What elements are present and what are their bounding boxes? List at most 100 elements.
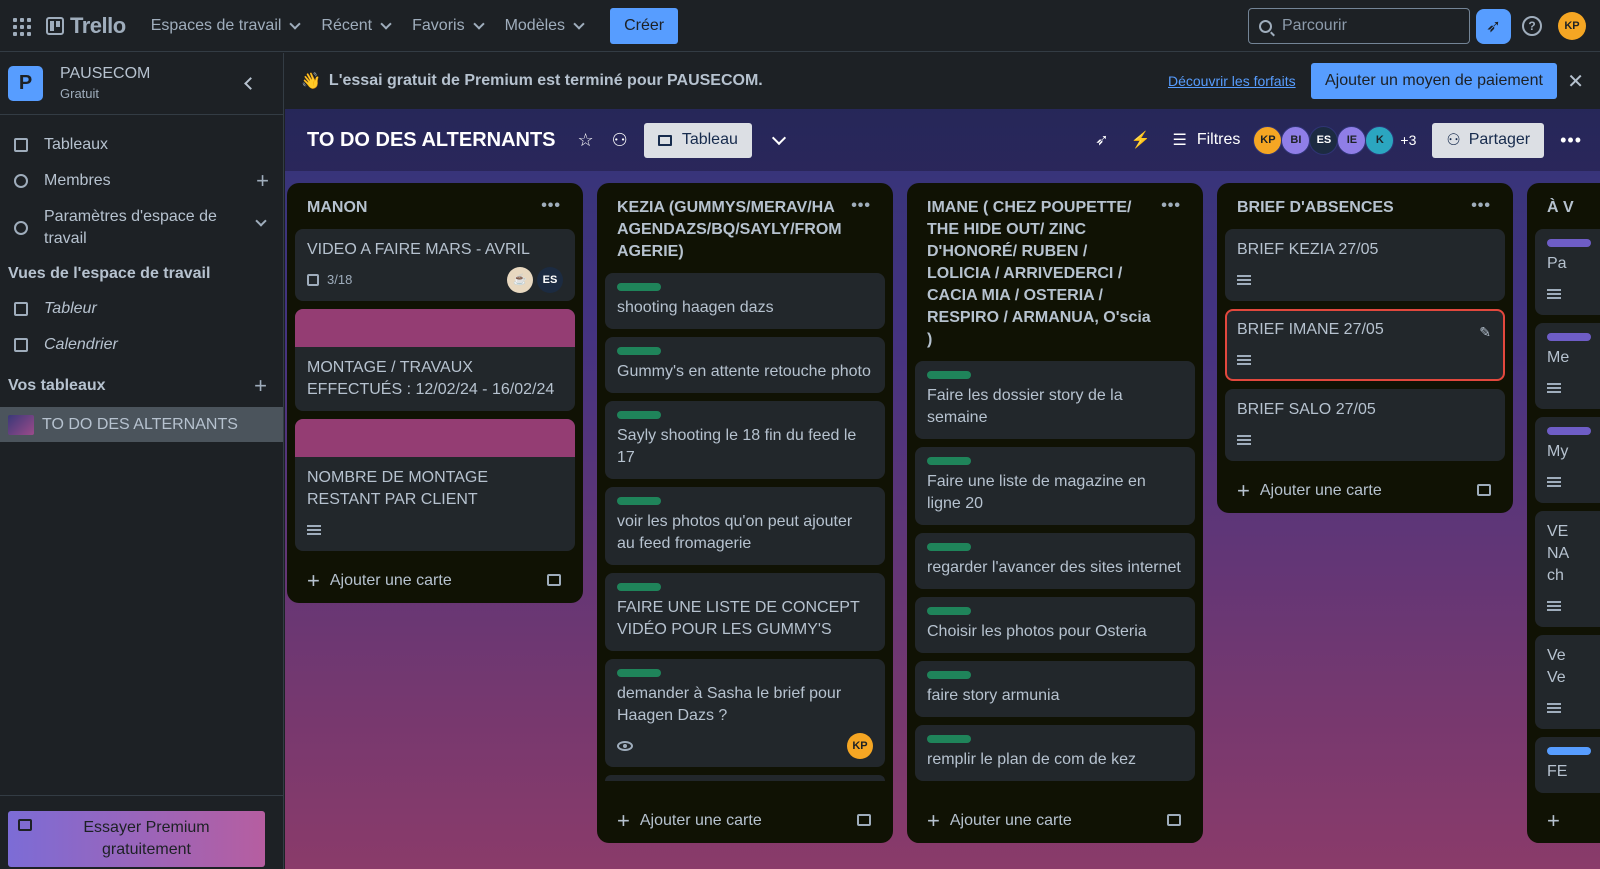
add-card-button[interactable]: + Ajouter une carte [915,799,1195,843]
extra-members-count[interactable]: +3 [1400,132,1416,148]
search-input[interactable]: Parcourir [1248,8,1470,44]
add-card-button[interactable]: + [1535,799,1600,843]
card[interactable]: shooting haagen dazs [605,273,885,329]
filters-button[interactable]: ☰ Filtres [1173,130,1241,150]
board-icon [14,138,28,152]
list-title[interactable]: BRIEF D'ABSENCES ••• [1225,183,1505,229]
list-title[interactable]: KEZIA (GUMMYS/MERAV/HAAGENDAZS/BQ/SAYLY/… [605,183,885,273]
card[interactable]: MONTAGE / TRAVAUX EFFECTUÉS : 12/02/24 -… [295,309,575,411]
sidebar-board-label: TO DO DES ALTERNANTS [42,415,238,433]
card[interactable]: Gummy's en attente retouche photo [605,337,885,393]
nav-starred[interactable]: Favoris [401,8,493,44]
sidebar-item-label: Membres [44,172,111,189]
view-tableau-button[interactable]: Tableau [643,122,752,158]
member-avatar[interactable]: KP [1253,125,1283,155]
card[interactable]: VE NA ch [1535,511,1600,627]
workspace-logo[interactable]: P [8,66,43,101]
template-icon[interactable] [1477,484,1491,496]
card[interactable]: faire story armunia [915,661,1195,717]
sidebar-item-members[interactable]: Membres + [0,163,283,199]
list-menu-icon[interactable]: ••• [1161,195,1181,217]
card[interactable]: Faire les dossier story de la semaine [915,361,1195,439]
try-premium-button[interactable]: Essayer Premium gratuitement [8,811,265,867]
card[interactable]: NOMBRE DE MONTAGE RESTANT PAR CLIENT [295,419,575,551]
card[interactable]: regarder l'avancer des sites internet [915,533,1195,589]
chevron-down-icon[interactable] [771,130,786,145]
automation-icon[interactable]: ⚡ [1131,130,1151,150]
add-card-button[interactable]: + Ajouter une carte [1225,469,1505,513]
collapse-sidebar-icon[interactable] [244,77,257,90]
board-title[interactable]: TO DO DES ALTERNANTS [307,129,556,152]
card[interactable]: FE [1535,737,1600,793]
template-icon[interactable] [547,574,561,586]
more-icon[interactable]: ••• [1560,130,1582,151]
workspace-plan: Gratuit [60,85,100,101]
list-menu-icon[interactable]: ••• [541,195,561,217]
template-icon[interactable] [857,814,871,826]
member-avatar[interactable]: K [1365,125,1395,155]
template-icon[interactable] [1167,814,1181,826]
app-switcher-icon[interactable] [10,15,32,37]
card[interactable]: remplir le plan de com de kez [915,725,1195,781]
card-label-green [617,283,661,291]
add-board-icon[interactable]: + [254,373,267,399]
card-badges [1547,697,1600,719]
nav-workspaces[interactable]: Espaces de travail [140,8,311,44]
add-payment-button[interactable]: Ajouter un moyen de paiement [1311,63,1557,99]
sidebar-view-table[interactable]: Tableur [0,291,283,327]
nav-recent[interactable]: Récent [310,8,401,44]
nav-templates[interactable]: Modèles [494,8,594,44]
member-avatar[interactable]: IE [1337,125,1367,155]
help-icon[interactable]: ? [1522,16,1542,36]
list-title[interactable]: MANON ••• [295,183,575,229]
user-avatar[interactable]: KP [1558,12,1586,40]
add-member-icon[interactable]: + [256,168,269,194]
card[interactable]: Me [1535,323,1600,409]
edit-icon[interactable]: ✎ [1479,321,1491,343]
add-card-button[interactable]: + Ajouter une carte [295,559,575,603]
sidebar-view-calendar[interactable]: Calendrier [0,327,283,363]
visibility-icon[interactable]: ⚇ [612,130,628,151]
sidebar-board-item[interactable]: TO DO DES ALTERNANTS [0,407,283,442]
card[interactable]: Pa [1535,229,1600,315]
search-placeholder: Parcourir [1282,17,1347,34]
card[interactable]: FAIRE UNE LISTE DE CONCEPT VIDÉO POUR LE… [605,573,885,651]
list-menu-icon[interactable]: ••• [1471,195,1491,217]
card[interactable]: BRIEF IMANE 27/05 ✎ [1225,309,1505,381]
create-button[interactable]: Créer [610,7,679,44]
star-icon[interactable]: ☆ [578,130,594,151]
card[interactable]: demander à Sasha le brief pour Haagen Da… [605,659,885,767]
calendar-icon [14,338,28,352]
member-avatar[interactable]: ES [537,267,563,293]
sidebar-item-settings[interactable]: Paramètres d'espace de travail [0,199,283,257]
share-button[interactable]: ⚇ Partager [1432,122,1545,158]
list-title[interactable]: À V [1535,183,1600,229]
member-avatar[interactable]: KP [847,733,873,759]
card[interactable]: voir les photos qu'on peut ajouter au fe… [605,487,885,565]
card[interactable]: Sayly shooting le 18 fin du feed le 17 [605,401,885,479]
card[interactable]: BRIEF KEZIA 27/05 [1225,229,1505,301]
list-menu-icon[interactable]: ••• [851,195,871,217]
plus-icon: + [927,808,940,833]
card[interactable]: BRIEF SALO 27/05 [1225,389,1505,461]
card[interactable]: Faire une liste de magazine en ligne 20 [915,447,1195,525]
list-title[interactable]: IMANE ( CHEZ POUPETTE/ THE HIDE OUT/ ZIN… [915,183,1195,361]
rocket-icon[interactable]: ➶ [1095,130,1108,150]
card-label-green [927,457,971,465]
member-avatar[interactable]: ES [1309,125,1339,155]
member-photo-avatar[interactable]: ☕ [507,267,533,293]
add-card-button[interactable]: + Ajouter une carte [605,799,885,843]
rocket-icon[interactable]: ➶ [1476,9,1511,44]
chevron-down-icon[interactable] [255,215,267,227]
member-avatar[interactable]: BI [1281,125,1311,155]
card[interactable]: Choisir les photos pour Osteria [915,597,1195,653]
table-icon [14,302,28,316]
card-badges [1237,349,1493,371]
close-icon[interactable]: ✕ [1567,69,1584,94]
card[interactable]: Ve Ve [1535,635,1600,729]
card[interactable]: My [1535,417,1600,503]
trello-logo[interactable]: Trello [46,13,126,39]
card[interactable]: VIDEO A FAIRE MARS - AVRIL 3/18 ☕ ES [295,229,575,301]
discover-plans-link[interactable]: Découvrir les forfaits [1168,73,1296,89]
sidebar-item-boards[interactable]: Tableaux [0,127,283,163]
